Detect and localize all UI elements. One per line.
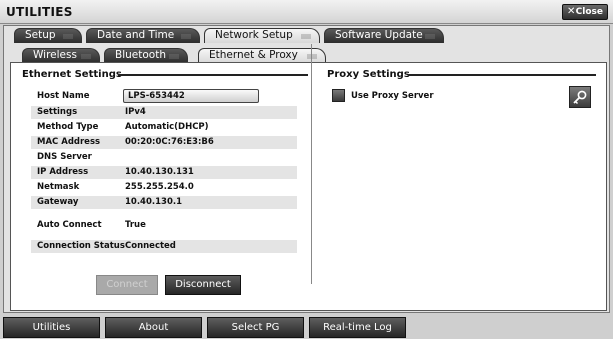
field-value: True (125, 220, 146, 230)
tab-label: Network Setup (215, 29, 293, 41)
field-row: Netmask 255.255.254.0 (31, 181, 297, 194)
subtab-label: Ethernet & Proxy (209, 49, 298, 61)
tab-setup[interactable]: Setup (14, 28, 82, 43)
field-row: MAC Address 00:20:0C:76:E3:B6 (31, 136, 297, 149)
nav-utilities-button[interactable]: Utilities (3, 317, 100, 338)
key-icon (573, 90, 587, 105)
window-title: UTILITIES (6, 5, 73, 19)
tab-label: Date and Time (97, 29, 175, 41)
grip-icon (81, 54, 91, 59)
field-label: IP Address (37, 167, 89, 177)
nav-about-button[interactable]: About (105, 317, 202, 338)
host-name-value: LPS-653442 (128, 91, 185, 101)
field-label: Gateway (37, 197, 79, 207)
field-value: Automatic(DHCP) (125, 122, 209, 132)
field-label: Settings (37, 107, 78, 117)
field-label: Netmask (37, 182, 80, 192)
field-label: Method Type (37, 122, 99, 132)
host-name-label: Host Name (37, 91, 90, 101)
field-value: 10.40.130.131 (125, 167, 194, 177)
field-value: 00:20:0C:76:E3:B6 (125, 137, 214, 147)
field-row: Settings IPv4 (31, 106, 297, 119)
field-row: IP Address 10.40.130.131 (31, 166, 297, 179)
subtab-label: Wireless (33, 49, 77, 61)
field-value: 255.255.254.0 (125, 182, 194, 192)
ethernet-title-rule (118, 74, 308, 76)
proxy-title-rule (408, 74, 596, 76)
tab-network-setup[interactable]: Network Setup (204, 28, 320, 43)
tab-date-and-time[interactable]: Date and Time (86, 28, 200, 43)
grip-icon (169, 54, 179, 59)
proxy-key-button[interactable] (569, 86, 591, 108)
grip-icon (181, 34, 191, 39)
grip-icon (63, 34, 73, 39)
close-icon: ✕ (567, 6, 576, 17)
field-label: MAC Address (37, 137, 101, 147)
disconnect-button[interactable]: Disconnect (165, 275, 241, 295)
subtab-bluetooth[interactable]: Bluetooth (104, 48, 188, 63)
host-name-row: Host Name LPS-653442 (31, 89, 297, 103)
grip-icon (425, 34, 435, 39)
close-label: Close (575, 7, 603, 17)
host-name-input[interactable]: LPS-653442 (123, 89, 259, 103)
subtab-ethernet-proxy[interactable]: Ethernet & Proxy (198, 48, 326, 63)
title-bar: UTILITIES ✕ Close (0, 0, 613, 24)
field-row: Gateway 10.40.130.1 (31, 196, 297, 209)
nav-realtime-log-button[interactable]: Real-time Log (309, 317, 406, 338)
connect-button[interactable]: Connect (96, 275, 158, 295)
use-proxy-checkbox[interactable] (332, 89, 345, 102)
section-divider (311, 44, 312, 284)
close-button[interactable]: ✕ Close (562, 4, 608, 20)
nav-select-pg-button[interactable]: Select PG (207, 317, 304, 338)
field-label: DNS Server (37, 152, 92, 162)
field-value: 10.40.130.1 (125, 197, 183, 207)
ethernet-settings-title: Ethernet Settings (22, 69, 122, 80)
field-row: Method Type Automatic(DHCP) (31, 121, 297, 134)
grip-icon (307, 54, 317, 59)
field-label: Connection Status (37, 241, 125, 251)
tab-label: Setup (25, 29, 56, 41)
field-value: Connected (125, 241, 176, 251)
tab-label: Software Update (335, 29, 423, 41)
tab-software-update[interactable]: Software Update (324, 28, 444, 43)
field-row: Auto Connect True (31, 219, 297, 232)
subtab-label: Bluetooth (115, 49, 166, 61)
grip-icon (301, 34, 311, 39)
proxy-settings-title: Proxy Settings (327, 69, 410, 80)
use-proxy-label: Use Proxy Server (351, 91, 434, 101)
field-row: Connection Status Connected (31, 240, 297, 253)
field-row: DNS Server (31, 151, 297, 164)
field-value: IPv4 (125, 107, 146, 117)
subtab-wireless[interactable]: Wireless (22, 48, 100, 63)
field-label: Auto Connect (37, 220, 102, 230)
